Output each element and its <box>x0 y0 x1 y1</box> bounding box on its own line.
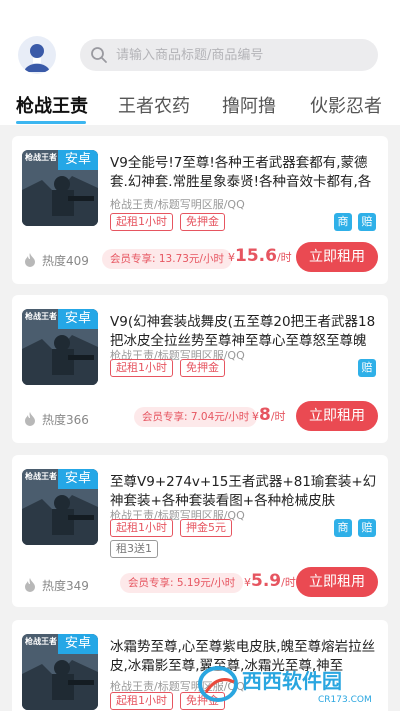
deposit-tag: 押金5元 <box>180 519 232 537</box>
min-rent-tag: 起租1小时 <box>110 692 173 710</box>
flame-icon <box>25 412 35 426</box>
price: ¥15.6/时 <box>228 246 292 266</box>
price-currency: ¥ <box>228 251 235 264</box>
member-price: 会员专享: 5.19元/小时 <box>120 573 244 593</box>
search-icon <box>91 47 107 63</box>
price-value: 8 <box>259 405 271 425</box>
listing-card[interactable]: 枪战王者 安卓 V9全能号!7至尊!各种王者武器套都有,蒙德套.幻神套.常胜星象… <box>12 136 388 284</box>
compensation-badge: 赔 <box>358 359 376 377</box>
merchant-badge: 商 <box>334 519 352 537</box>
merchant-badge: 商 <box>334 213 352 231</box>
min-rent-tag: 起租1小时 <box>110 519 173 537</box>
heat-info: 热度349 <box>24 577 89 594</box>
heat-value: 热度409 <box>42 254 89 268</box>
game-thumbnail: 枪战王者 安卓 <box>22 469 98 545</box>
price: ¥8/时 <box>252 405 286 425</box>
flame-icon <box>25 578 35 592</box>
price-currency: ¥ <box>244 576 251 589</box>
tab-huoying[interactable]: 伙影忍者 <box>310 92 382 118</box>
tab-wangzhe[interactable]: 王者农药 <box>118 92 190 118</box>
price-value: 15.6 <box>235 246 277 266</box>
rent-now-button[interactable]: 立即租用 <box>296 401 378 431</box>
listing-card[interactable]: 枪战王者 安卓 V9(幻神套装战舞皮(五至尊20把王者武器18把冰皮全拉丝势至尊… <box>12 295 388 443</box>
price-value: 5.9 <box>251 571 282 591</box>
compensation-badge: 赔 <box>358 519 376 537</box>
site-watermark: 西西软件园 CR173.COM <box>196 662 386 706</box>
watermark-text: 西西软件园 <box>242 669 342 693</box>
min-rent-tag: 起租1小时 <box>110 359 173 377</box>
price-unit: /时 <box>281 576 296 589</box>
game-thumbnail: 枪战王者 安卓 <box>22 634 98 710</box>
listing-subtitle: 枪战王责/标题写明区服/QQ <box>110 198 245 211</box>
avatar[interactable] <box>18 36 56 74</box>
game-logo: 枪战王者 <box>25 637 57 646</box>
price-currency: ¥ <box>252 410 259 423</box>
listing-title: 至尊V9+274v+15王者武器+81瑜套装+幻神套装+各种套装看图+各种枪械皮… <box>110 474 377 509</box>
price-unit: /时 <box>276 251 292 264</box>
platform-badge: 安卓 <box>58 309 98 329</box>
game-thumbnail: 枪战王者 安卓 <box>22 150 98 226</box>
tab-qiangzhan[interactable]: 枪战王责 <box>16 92 88 118</box>
platform-badge: 安卓 <box>58 469 98 489</box>
search-box[interactable] <box>80 39 378 71</box>
category-tabs: 枪战王责 王者农药 撸阿撸 伙影忍者 <box>0 84 400 124</box>
top-bar: 枪战王责 王者农药 撸阿撸 伙影忍者 <box>0 0 400 125</box>
price: ¥5.9/时 <box>244 571 296 591</box>
heat-value: 热度349 <box>42 579 89 593</box>
heat-info: 热度366 <box>24 411 89 428</box>
listing-title: V9全能号!7至尊!各种王者武器套都有,蒙德套.幻神套.常胜星象泰贤!各种音效卡… <box>110 155 372 190</box>
search-input[interactable] <box>116 39 366 71</box>
listing-title: V9(幻神套装战舞皮(五至尊20把王者武器18把冰皮全拉丝势至尊神至尊心至尊怒至… <box>110 314 376 349</box>
deposit-tag: 免押金 <box>180 359 225 377</box>
game-logo: 枪战王者 <box>25 312 57 321</box>
flame-icon <box>25 253 35 267</box>
game-logo: 枪战王者 <box>25 153 57 162</box>
member-price: 会员专享: 7.04元/小时 <box>134 407 258 427</box>
game-logo: 枪战王者 <box>25 472 57 481</box>
platform-badge: 安卓 <box>58 150 98 170</box>
game-thumbnail: 枪战王者 安卓 <box>22 309 98 385</box>
tab-lualu[interactable]: 撸阿撸 <box>222 92 276 118</box>
rent-now-button[interactable]: 立即租用 <box>296 567 378 597</box>
watermark-url: CR173.COM <box>318 695 372 705</box>
watermark-logo-icon: 西西软件园 CR173.COM <box>198 666 372 705</box>
heat-info: 热度409 <box>24 252 89 269</box>
rent-now-button[interactable]: 立即租用 <box>296 242 378 272</box>
user-avatar-icon <box>24 44 50 72</box>
heat-value: 热度366 <box>42 413 89 427</box>
platform-badge: 安卓 <box>58 634 98 654</box>
price-unit: /时 <box>270 410 286 423</box>
promo-tag: 租3送1 <box>110 540 158 558</box>
listing-card[interactable]: 枪战王者 安卓 至尊V9+274v+15王者武器+81瑜套装+幻神套装+各种套装… <box>12 455 388 607</box>
compensation-badge: 赔 <box>358 213 376 231</box>
active-tab-indicator <box>16 121 86 124</box>
deposit-tag: 免押金 <box>180 213 225 231</box>
min-rent-tag: 起租1小时 <box>110 213 173 231</box>
member-price: 会员专享: 13.73元/小时 <box>102 249 232 269</box>
